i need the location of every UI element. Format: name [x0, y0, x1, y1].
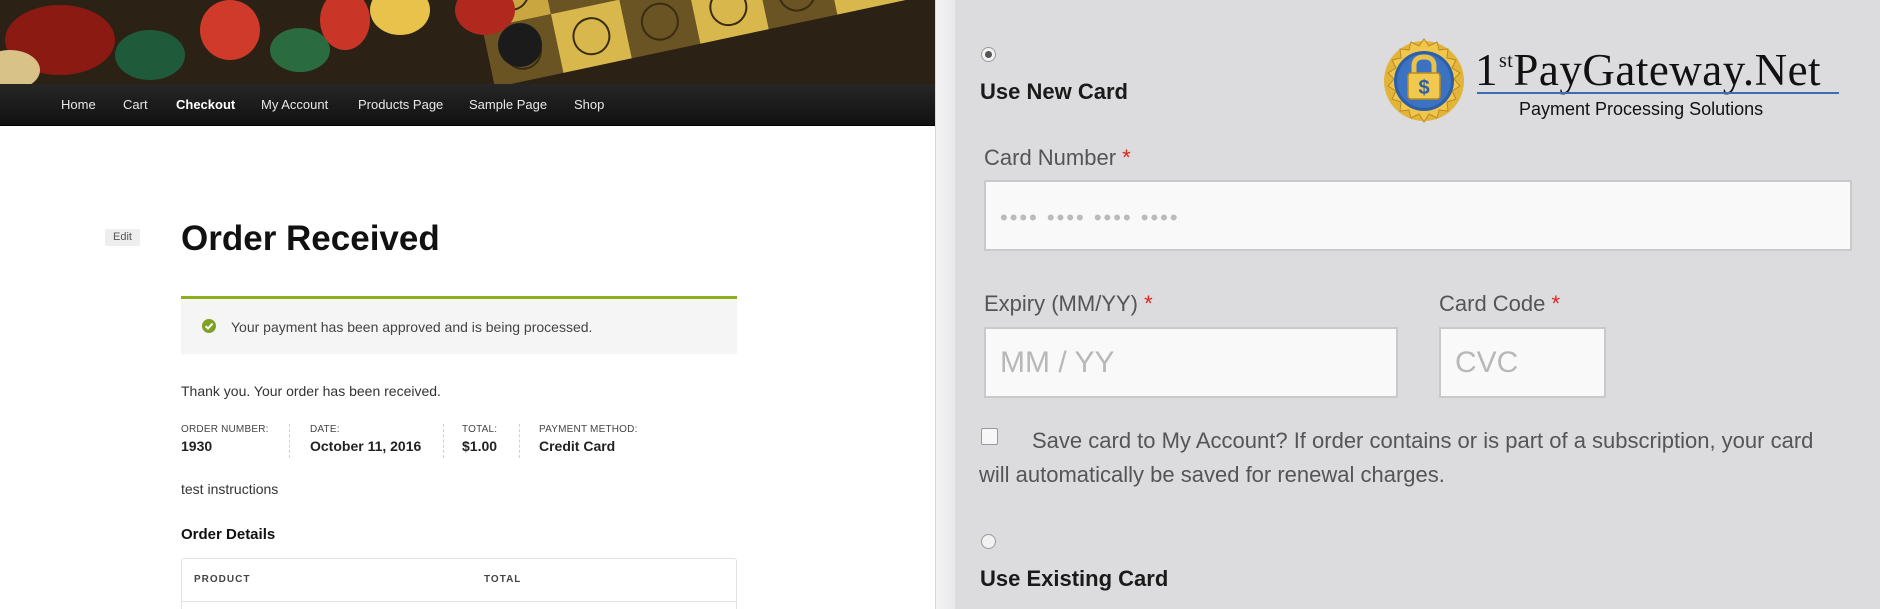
order-date: DATE: October 11, 2016 — [310, 424, 421, 457]
card-number-field[interactable] — [984, 180, 1852, 251]
total-label: TOTAL: — [462, 424, 498, 435]
padlock-dollar-seal-icon: $ — [1379, 36, 1469, 131]
use-new-card-radio[interactable] — [981, 47, 996, 62]
expiry-field[interactable] — [984, 327, 1398, 398]
total-value: $1.00 — [462, 438, 498, 454]
nav-my-account[interactable]: My Account — [261, 97, 328, 112]
date-label: DATE: — [310, 424, 340, 435]
order-details-heading: Order Details — [181, 526, 276, 543]
order-number: ORDER NUMBER: 1930 — [181, 424, 269, 457]
card-code-label-text: Card Code — [1439, 291, 1546, 316]
save-card-text: Save card to My Account? If order contai… — [979, 428, 1814, 487]
brand-name: 1stPayGateway.Net — [1475, 44, 1821, 96]
radio-selected-dot — [985, 51, 992, 58]
nav-checkout[interactable]: Checkout — [176, 97, 235, 112]
payment-form-panel: Use New Card $ 1stPayGateway.Net Payment… — [955, 0, 1880, 609]
nav-cart[interactable]: Cart — [123, 97, 148, 112]
nav-sample-page[interactable]: Sample Page — [469, 97, 547, 112]
date-value: October 11, 2016 — [310, 438, 422, 454]
order-number-value: 1930 — [181, 438, 213, 454]
brand-prefix: 1 — [1475, 45, 1498, 95]
payment-instructions: test instructions — [181, 481, 279, 497]
required-mark: * — [1551, 291, 1561, 316]
table-divider — [182, 601, 736, 602]
use-existing-card-radio[interactable] — [981, 534, 996, 549]
brand-underline — [1477, 92, 1839, 94]
header-banner-image — [0, 0, 935, 84]
paygateway-logo: $ 1stPayGateway.Net Payment Processing S… — [1379, 36, 1859, 128]
expiry-label-text: Expiry (MM/YY) — [984, 291, 1138, 316]
save-card-checkbox[interactable] — [981, 428, 998, 445]
expiry-input[interactable] — [986, 329, 1396, 396]
brand-tagline: Payment Processing Solutions — [1519, 99, 1764, 119]
expiry-label: Expiry (MM/YY) * — [984, 291, 1153, 317]
order-number-label: ORDER NUMBER: — [181, 424, 269, 435]
check-circle-icon — [202, 319, 216, 333]
divider — [443, 424, 444, 458]
notice-message: Your payment has been approved and is be… — [231, 319, 593, 335]
use-existing-card-label[interactable]: Use Existing Card — [980, 566, 1168, 592]
order-details-table: PRODUCT TOTAL — [181, 558, 737, 609]
required-mark: * — [1144, 291, 1153, 316]
payment-success-notice: Your payment has been approved and is be… — [181, 296, 737, 354]
divider — [519, 424, 520, 458]
order-total: TOTAL: $1.00 — [462, 424, 497, 457]
page-title: Order Received — [181, 219, 440, 258]
payment-method-label: PAYMENT METHOD: — [539, 424, 638, 435]
brand-superscript: st — [1499, 50, 1514, 72]
card-number-label-text: Card Number — [984, 145, 1117, 170]
card-code-label: Card Code * — [1439, 291, 1560, 317]
nav-shop[interactable]: Shop — [574, 97, 604, 112]
thank-you-text: Thank you. Your order has been received. — [181, 383, 441, 399]
required-mark: * — [1122, 145, 1131, 170]
payment-method-value: Credit Card — [539, 438, 616, 454]
svg-text:$: $ — [1418, 77, 1429, 99]
panel-divider — [935, 0, 956, 609]
nav-home[interactable]: Home — [61, 97, 96, 112]
column-header-total: TOTAL — [484, 574, 522, 585]
card-code-field[interactable] — [1439, 327, 1606, 398]
edit-button[interactable]: Edit — [105, 229, 140, 246]
main-navigation: Home Cart Checkout My Account Products P… — [0, 84, 935, 126]
order-received-page: Home Cart Checkout My Account Products P… — [0, 0, 935, 609]
nav-products-page[interactable]: Products Page — [358, 97, 443, 112]
card-number-input[interactable] — [986, 182, 1850, 249]
card-code-input[interactable] — [1441, 329, 1604, 396]
brand-rest: PayGateway.Net — [1513, 45, 1822, 95]
payment-method: PAYMENT METHOD: Credit Card — [539, 424, 638, 457]
use-new-card-label[interactable]: Use New Card — [980, 79, 1128, 105]
divider — [289, 424, 290, 458]
card-number-label: Card Number * — [984, 145, 1131, 171]
column-header-product: PRODUCT — [194, 574, 251, 585]
